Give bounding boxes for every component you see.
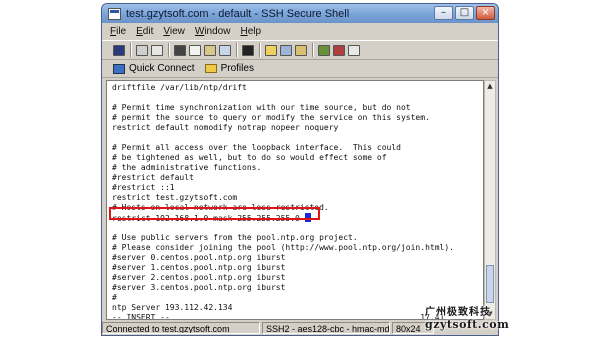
toolbar-separator bbox=[236, 43, 238, 57]
menu-view[interactable]: View bbox=[163, 26, 185, 37]
toolbar-separator bbox=[130, 43, 132, 57]
menu-help[interactable]: Help bbox=[240, 26, 261, 37]
cut-icon[interactable] bbox=[174, 44, 186, 56]
folder-icon bbox=[204, 64, 217, 73]
new-file-transfer-icon[interactable] bbox=[265, 44, 277, 56]
highlight-annotation bbox=[109, 207, 320, 220]
paste-icon[interactable] bbox=[204, 44, 216, 56]
new-terminal-icon[interactable] bbox=[280, 44, 292, 56]
watermark-logo: 广州极致科技 gzytsoft.com bbox=[425, 303, 509, 331]
terminal-line: #restrict default bbox=[112, 173, 194, 182]
maximize-button[interactable]: □ bbox=[455, 6, 474, 20]
profiles-button[interactable]: Profiles bbox=[221, 63, 254, 74]
toolbar bbox=[102, 40, 498, 60]
help-icon[interactable] bbox=[348, 44, 360, 56]
terminal-line: #restrict ::1 bbox=[112, 183, 175, 192]
window-controls: – □ × bbox=[434, 6, 495, 20]
menu-bar: File Edit View Window Help bbox=[102, 23, 498, 40]
terminal-line: # Permit time synchronization with our t… bbox=[112, 103, 411, 112]
copy-icon[interactable] bbox=[189, 44, 201, 56]
watermark-company: 广州极致科技 bbox=[425, 307, 491, 318]
connection-status: Connected to test.gzytsoft.com bbox=[102, 322, 260, 334]
terminal-app-icon bbox=[108, 7, 121, 20]
print-preview-icon[interactable] bbox=[151, 44, 163, 56]
profiles-icon[interactable] bbox=[318, 44, 330, 56]
terminal-line: restrict test.gzytsoft.com bbox=[112, 193, 238, 202]
watermark-domain: gzytsoft.com bbox=[425, 318, 510, 331]
terminal-line: #server 3.centos.pool.ntp.org iburst bbox=[112, 283, 286, 292]
quick-connect-icon bbox=[113, 63, 125, 74]
find-icon[interactable] bbox=[242, 44, 254, 56]
title-bar[interactable]: test.gzytsoft.com - default - SSH Secure… bbox=[102, 4, 498, 23]
close-button[interactable]: × bbox=[476, 6, 495, 20]
terminal-line: # be tightened as well, but to do so wou… bbox=[112, 153, 387, 162]
settings-icon[interactable] bbox=[295, 44, 307, 56]
print-icon[interactable] bbox=[136, 44, 148, 56]
toolbar-separator bbox=[312, 43, 314, 57]
scrollbar-thumb[interactable] bbox=[486, 265, 494, 303]
vertical-scrollbar[interactable]: ▲ ▼ bbox=[484, 80, 496, 320]
terminal-line: ntp Server 193.112.42.134 bbox=[112, 303, 233, 312]
toolbar-separator bbox=[168, 43, 170, 57]
toolbar-separator bbox=[259, 43, 261, 57]
terminal-area[interactable]: driftfile /var/lib/ntp/drift # Permit tim… bbox=[106, 80, 484, 320]
terminal-line: # Permit all access over the loopback in… bbox=[112, 143, 401, 152]
terminal-line: driftfile /var/lib/ntp/drift bbox=[112, 83, 247, 92]
menu-file[interactable]: File bbox=[110, 26, 126, 37]
terminal-line: restrict default nomodify notrap nopeer … bbox=[112, 123, 339, 132]
terminal-line: # Please consider joining the pool (http… bbox=[112, 243, 454, 252]
scroll-up-arrow-icon[interactable]: ▲ bbox=[486, 81, 494, 91]
terminal-line: #server 1.centos.pool.ntp.org iburst bbox=[112, 263, 286, 272]
terminal-line: #server 2.centos.pool.ntp.org iburst bbox=[112, 273, 286, 282]
quick-connect-bar: Quick Connect Profiles bbox=[102, 60, 498, 78]
save-icon[interactable] bbox=[113, 44, 125, 56]
quick-connect-button[interactable]: Quick Connect bbox=[129, 63, 195, 74]
terminal-line: # bbox=[112, 293, 117, 302]
disconnect-icon[interactable] bbox=[333, 44, 345, 56]
terminal-line: # the administrative functions. bbox=[112, 163, 262, 172]
terminal-line: -- INSERT -- 17,41 bbox=[112, 313, 445, 320]
ssh-client-window: test.gzytsoft.com - default - SSH Secure… bbox=[101, 3, 499, 336]
menu-edit[interactable]: Edit bbox=[136, 26, 153, 37]
terminal-line: # Use public servers from the pool.ntp.o… bbox=[112, 233, 358, 242]
protocol-status: SSH2 - aes128-cbc - hmac-md5 bbox=[262, 322, 390, 334]
menu-window[interactable]: Window bbox=[195, 26, 231, 37]
minimize-button[interactable]: – bbox=[434, 6, 453, 20]
terminal-output: driftfile /var/lib/ntp/drift # Permit tim… bbox=[112, 83, 479, 320]
window-title: test.gzytsoft.com - default - SSH Secure… bbox=[126, 7, 350, 20]
paste-special-icon[interactable] bbox=[219, 44, 231, 56]
terminal-line: #server 0.centos.pool.ntp.org iburst bbox=[112, 253, 286, 262]
terminal-line: # permit the source to query or modify t… bbox=[112, 113, 430, 122]
